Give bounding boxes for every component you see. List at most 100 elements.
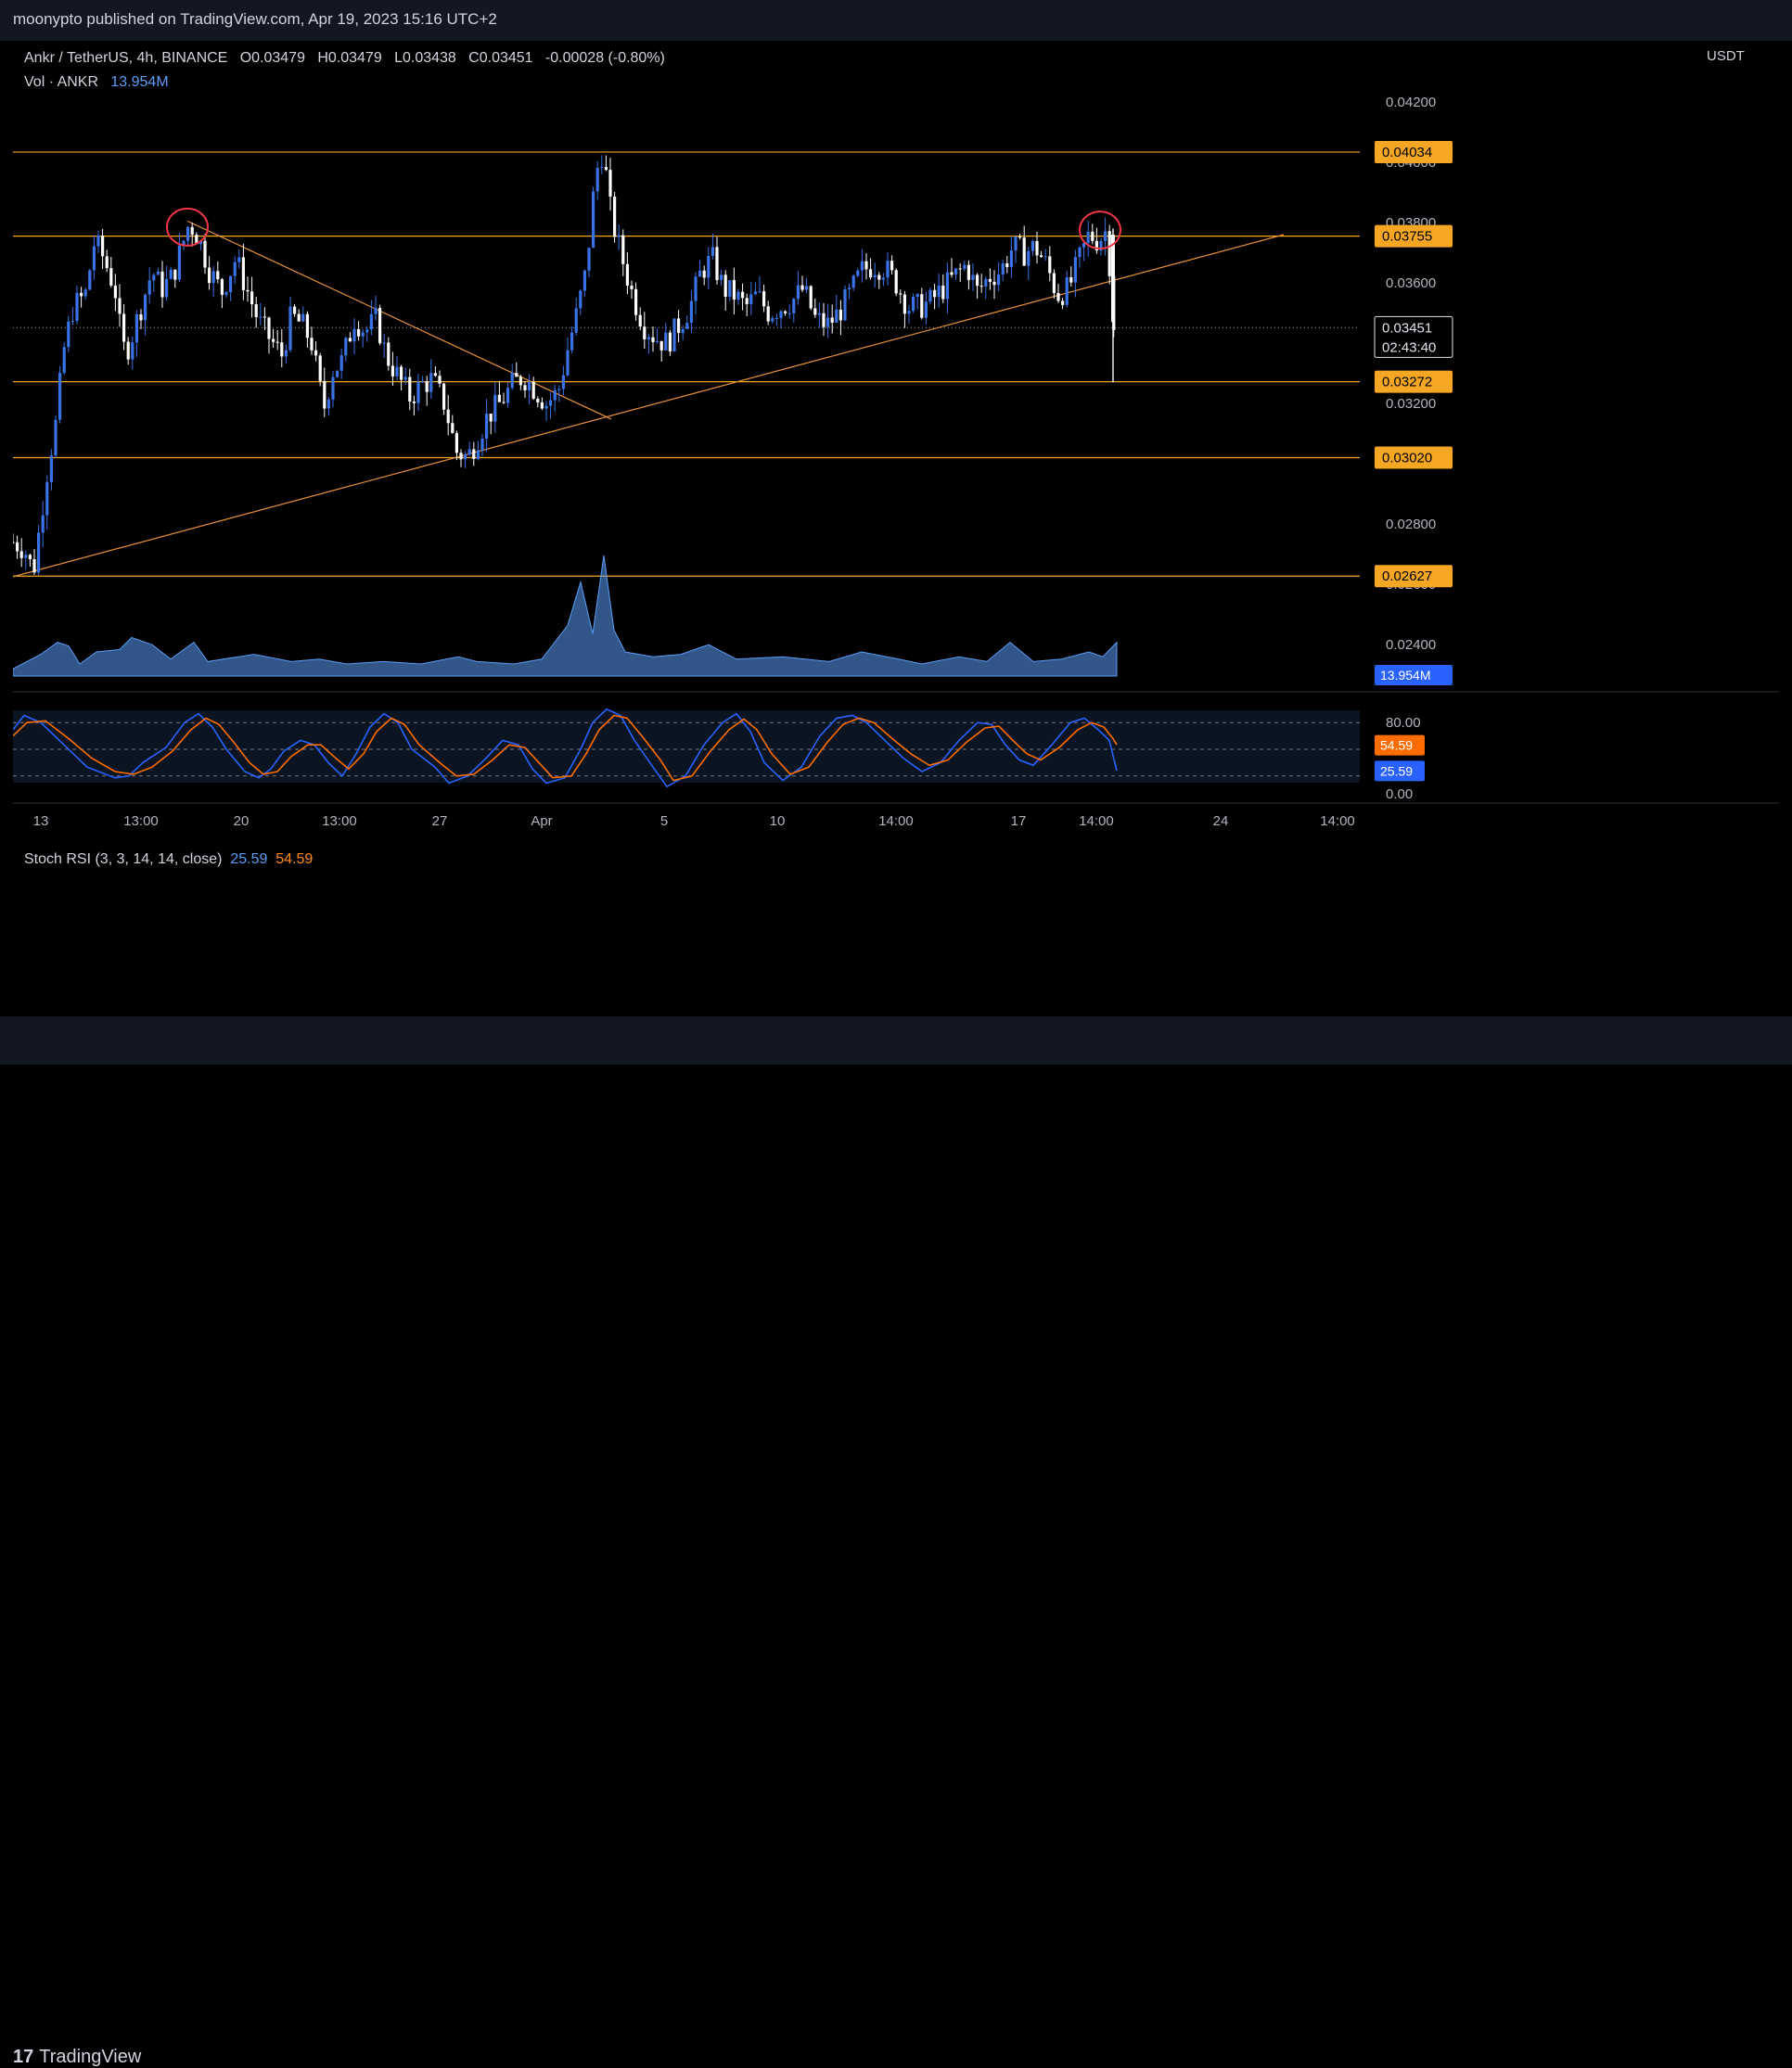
- candle-body: [433, 373, 437, 377]
- candle-body: [685, 323, 689, 329]
- candle-body: [907, 311, 911, 314]
- stoch-rsi-legend: Stoch RSI (3, 3, 14, 14, close) 25.59 54…: [24, 851, 313, 868]
- candle-body: [403, 377, 407, 380]
- tradingview-mark-icon: 17: [13, 2047, 34, 2067]
- level-price-label: 0.03272: [1382, 375, 1432, 390]
- candle-body: [144, 294, 147, 321]
- candle-body: [105, 256, 109, 269]
- publish-header: moonypto published on TradingView.com, A…: [0, 0, 1792, 41]
- candle-body: [416, 381, 420, 403]
- candle-body: [702, 270, 706, 278]
- candle-body: [523, 385, 527, 390]
- trendline: [13, 234, 1285, 578]
- candle-body: [272, 338, 275, 342]
- candle-body: [301, 313, 305, 322]
- candle-body: [720, 274, 723, 281]
- price-chart[interactable]: 0.042000.040000.038000.036000.034000.032…: [13, 41, 1779, 1016]
- chart-area[interactable]: 0.042000.040000.038000.036000.034000.032…: [13, 41, 1779, 1016]
- candle-body: [305, 313, 309, 338]
- candle-body: [984, 278, 988, 287]
- candle-body: [646, 337, 650, 339]
- candle-body: [288, 306, 292, 351]
- volume-area: [13, 555, 1118, 677]
- candle-body: [677, 318, 681, 334]
- candle-body: [912, 297, 915, 312]
- tradingview-logo[interactable]: 17 TradingView: [13, 2047, 141, 2068]
- candle-body: [592, 191, 595, 249]
- candle-body: [976, 274, 979, 287]
- candle-body: [92, 246, 96, 271]
- candle-body: [131, 342, 134, 360]
- last-price-label: 0.03451: [1382, 320, 1432, 336]
- candle-body: [800, 285, 804, 290]
- drop-candle-body: [1111, 235, 1115, 323]
- candle-body: [579, 290, 582, 309]
- time-axis-tick: 24: [1213, 813, 1229, 829]
- time-axis-tick: 14:00: [1079, 813, 1114, 829]
- candle-body: [515, 373, 518, 377]
- candle-body: [774, 318, 778, 320]
- candle-body: [745, 298, 749, 304]
- candle-body: [689, 300, 693, 324]
- candle-body: [1056, 293, 1060, 301]
- candle-body: [16, 542, 19, 552]
- candle-body: [160, 271, 164, 298]
- candle-body: [894, 270, 898, 294]
- candle-body: [838, 309, 842, 321]
- candle-body: [480, 439, 484, 451]
- candle-body: [1030, 240, 1034, 251]
- candle-body: [156, 271, 160, 275]
- candle-body: [587, 248, 591, 271]
- candle-body: [387, 342, 390, 366]
- candle-body: [651, 337, 655, 342]
- candle-body: [736, 291, 740, 300]
- open-label: O: [239, 50, 252, 66]
- price-axis-tick: 0.03200: [1386, 396, 1436, 412]
- stoch-band-fill: [13, 710, 1360, 783]
- time-axis-tick: 13:00: [322, 813, 357, 829]
- candle-body: [971, 274, 975, 280]
- volume-legend: Vol · ANKR 13.954M: [24, 74, 169, 91]
- candle-body: [24, 555, 28, 558]
- candle-body: [621, 235, 625, 264]
- candle-body: [101, 235, 105, 257]
- candle-body: [45, 481, 49, 516]
- candle-body: [246, 289, 250, 292]
- candle-body: [365, 329, 369, 333]
- candle-body: [421, 381, 425, 383]
- price-axis-tick: 0.03600: [1386, 275, 1436, 291]
- level-price-label: 0.04034: [1382, 145, 1432, 160]
- time-axis-tick: 17: [1011, 813, 1027, 829]
- candle-body: [937, 285, 941, 298]
- candle-body: [694, 276, 698, 301]
- time-axis-tick: 13:00: [123, 813, 159, 829]
- candle-body: [165, 278, 169, 298]
- stoch-k-tag-label: 25.59: [1380, 763, 1413, 778]
- candle-body: [613, 196, 617, 237]
- candle-body: [318, 355, 322, 381]
- candle-body: [851, 275, 855, 288]
- candle-body: [715, 247, 719, 281]
- candle-body: [864, 261, 868, 270]
- candle-body: [442, 383, 446, 410]
- price-axis-tick: 0.02800: [1386, 517, 1436, 532]
- candle-body: [113, 285, 117, 299]
- candle-body: [707, 255, 710, 278]
- candle-body: [877, 274, 881, 280]
- candle-body: [208, 267, 211, 284]
- candle-body: [1091, 231, 1094, 241]
- candle-body: [467, 449, 471, 455]
- close-value: 0.03451: [479, 50, 533, 66]
- candle-body: [1048, 256, 1052, 274]
- candle-body: [954, 268, 958, 275]
- candle-body: [275, 341, 279, 343]
- candle-body: [229, 275, 233, 293]
- candle-body: [843, 288, 847, 321]
- candle-body: [425, 381, 429, 392]
- time-axis-tick: 13: [33, 813, 49, 829]
- candle-body: [472, 449, 476, 459]
- candle-body: [412, 401, 416, 403]
- countdown-label: 02:43:40: [1382, 339, 1436, 355]
- candle-body: [817, 313, 821, 315]
- stoch-d-value: 54.59: [275, 851, 314, 867]
